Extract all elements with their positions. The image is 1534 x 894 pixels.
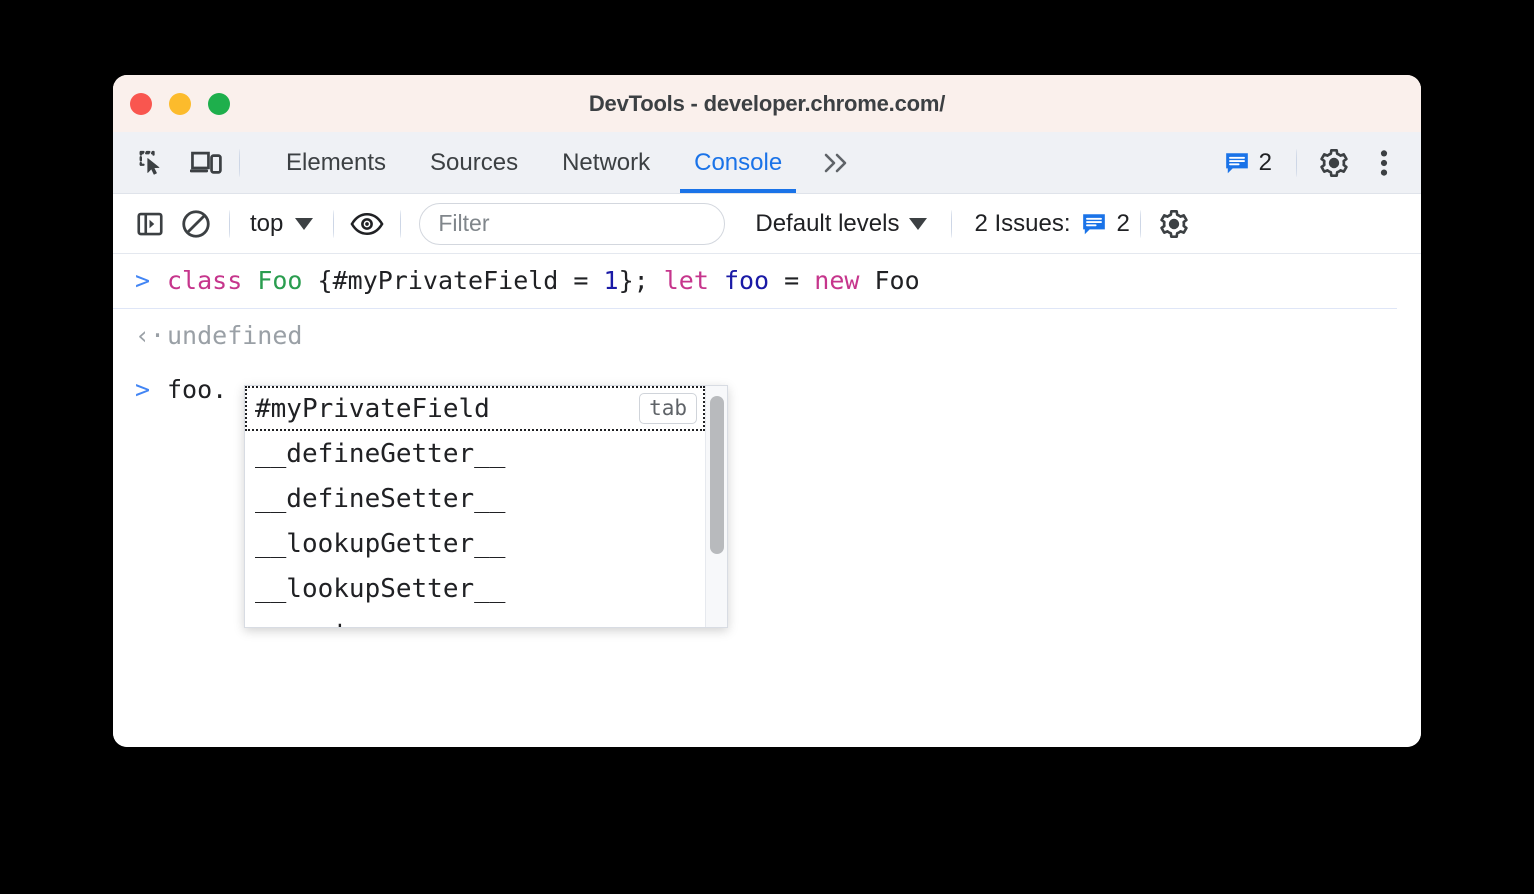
device-toolbar-icon[interactable]	[183, 140, 229, 186]
autocomplete-item-3[interactable]: __lookupGetter__	[245, 521, 705, 566]
autocomplete-item-0-label: #myPrivateField	[255, 393, 490, 424]
toolbar-divider-5	[1139, 209, 1141, 238]
execution-context-label: top	[250, 209, 284, 237]
token-assign: =	[769, 266, 815, 295]
token-close-brace: };	[618, 266, 664, 295]
autocomplete-item-1[interactable]: __defineGetter__	[245, 431, 705, 476]
console-result-prompt-icon: ‹·	[135, 321, 166, 350]
tab-elements-label: Elements	[286, 148, 387, 176]
tab-network-label: Network	[562, 148, 651, 176]
issues-indicator[interactable]: 2	[1214, 149, 1282, 177]
window-title: DevTools - developer.chrome.com/	[588, 90, 946, 116]
tab-console-label: Console	[694, 148, 783, 176]
gear-icon[interactable]	[1311, 140, 1357, 186]
chevron-down-icon	[295, 217, 314, 230]
filter-placeholder: Filter	[438, 210, 490, 236]
console-issues-count: 2	[1116, 209, 1130, 237]
inspect-element-icon[interactable]	[129, 140, 175, 186]
token-space-2	[709, 266, 724, 295]
console-prompt-icon: >	[135, 375, 151, 404]
console-input-entry: > class Foo {#myPrivateField = 1}; let f…	[113, 254, 1397, 309]
tab-network[interactable]: Network	[540, 132, 672, 193]
autocomplete-item-2[interactable]: __defineSetter__	[245, 476, 705, 521]
title-bar: DevTools - developer.chrome.com/	[113, 75, 1421, 132]
more-tabs-icon[interactable]	[804, 150, 870, 176]
tabbar-left-icons	[113, 140, 229, 186]
console-input-prompt-icon: >	[135, 266, 151, 295]
token-number: 1	[603, 266, 619, 295]
autocomplete-item-4-label: __lookupSetter__	[255, 573, 506, 604]
filter-input[interactable]: Filter	[419, 202, 726, 245]
autocomplete-list: #myPrivateField tab __defineGetter__ __d…	[245, 386, 705, 627]
token-class-name: Foo	[257, 266, 303, 295]
right-divider	[1296, 148, 1297, 177]
autocomplete-item-1-label: __defineGetter__	[255, 438, 506, 469]
kebab-menu-icon[interactable]	[1361, 140, 1407, 186]
console-issues-link[interactable]: 2 Issues: 2	[974, 210, 1129, 238]
token-class-keyword: class	[167, 266, 243, 295]
autocomplete-tab-badge: tab	[639, 393, 697, 424]
log-levels-selector[interactable]: Default levels	[741, 210, 941, 238]
console-issues-label: 2 Issues:	[974, 209, 1071, 237]
token-new-keyword: new	[814, 266, 860, 295]
tabbar-divider	[239, 148, 240, 177]
token-variable: foo	[723, 266, 770, 295]
toolbar-divider-4	[951, 209, 953, 238]
live-expression-icon[interactable]	[344, 201, 390, 247]
toolbar-divider-2	[333, 209, 335, 238]
log-levels-label: Default levels	[755, 209, 900, 237]
autocomplete-item-5-label: __proto__	[255, 619, 396, 628]
token-space-1	[242, 266, 257, 295]
show-console-sidebar-icon[interactable]	[127, 201, 173, 247]
console-input-code: class Foo {#myPrivateField = 1}; let foo…	[167, 264, 920, 298]
console-body[interactable]: > class Foo {#myPrivateField = 1}; let f…	[113, 254, 1421, 747]
token-let-keyword: let	[663, 266, 709, 295]
tabbar-right-icons: 2	[1214, 140, 1421, 186]
autocomplete-scrollbar-thumb[interactable]	[710, 396, 724, 554]
autocomplete-item-2-label: __defineSetter__	[255, 483, 506, 514]
autocomplete-scrollbar[interactable]	[705, 386, 727, 627]
chevron-down-icon-levels	[909, 217, 928, 230]
console-toolbar: top Filter Default levels 2 Issues: 2	[113, 194, 1421, 254]
token-constructor-call: Foo	[859, 266, 920, 295]
execution-context-selector[interactable]: top	[240, 210, 323, 238]
panel-tabs: Elements Sources Network Console	[264, 132, 870, 193]
autocomplete-item-0[interactable]: #myPrivateField tab	[245, 386, 705, 431]
toolbar-divider-1	[229, 209, 230, 238]
console-settings-gear-icon[interactable]	[1151, 201, 1197, 247]
autocomplete-item-5[interactable]: __proto__	[245, 611, 705, 628]
screen: DevTools - developer.chrome.com/ Element…	[0, 0, 1534, 894]
token-body: {#myPrivateField =	[302, 266, 604, 295]
issues-count: 2	[1258, 148, 1272, 176]
autocomplete-item-4[interactable]: __lookupSetter__	[245, 566, 705, 611]
autocomplete-item-3-label: __lookupGetter__	[255, 528, 506, 559]
toolbar-divider-3	[400, 209, 402, 238]
console-result-entry: ‹· undefined	[113, 309, 1421, 363]
console-prompt-text: foo.	[167, 375, 228, 404]
devtools-tab-bar: Elements Sources Network Console 2	[113, 132, 1421, 194]
issues-message-icon	[1225, 152, 1248, 173]
clear-console-icon[interactable]	[173, 201, 219, 247]
autocomplete-popup[interactable]: #myPrivateField tab __defineGetter__ __d…	[244, 385, 728, 628]
tab-sources[interactable]: Sources	[408, 132, 540, 193]
tab-sources-label: Sources	[430, 148, 519, 176]
tab-elements[interactable]: Elements	[264, 132, 408, 193]
console-issues-message-icon	[1082, 213, 1105, 234]
console-result-value: undefined	[167, 321, 303, 350]
tab-console[interactable]: Console	[672, 132, 804, 193]
devtools-window: DevTools - developer.chrome.com/ Element…	[113, 75, 1421, 747]
